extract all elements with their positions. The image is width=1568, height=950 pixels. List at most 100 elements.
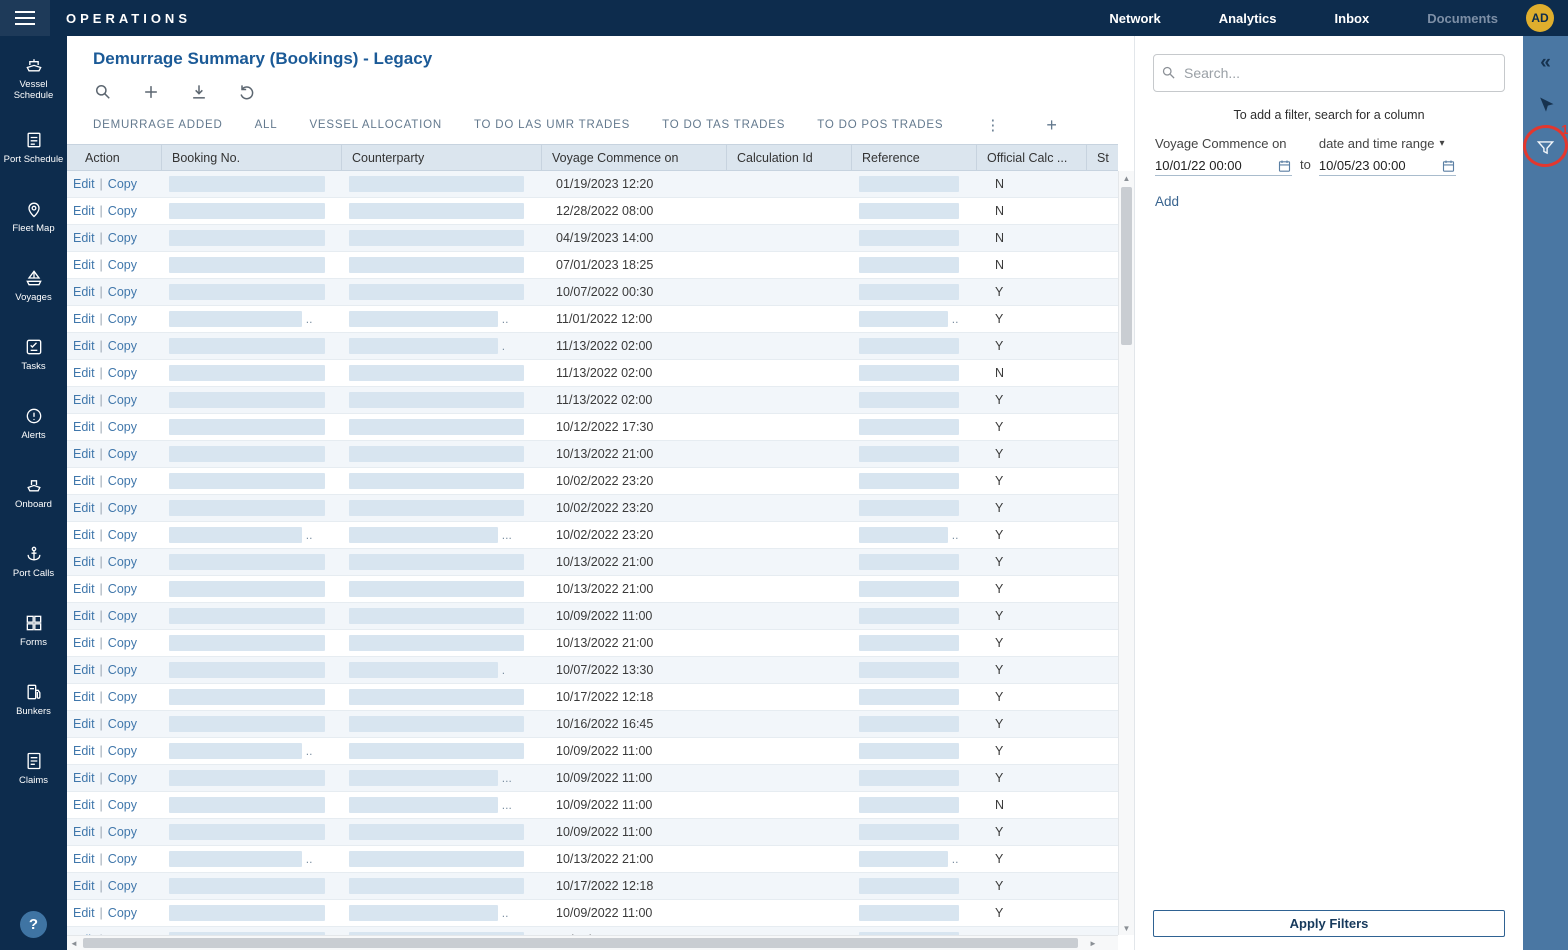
copy-link[interactable]: Copy (108, 393, 137, 407)
table-row[interactable]: Edit | Copy 10/13/2022 21:00 Y (67, 630, 1118, 657)
horizontal-scrollbar-thumb[interactable] (83, 938, 1078, 948)
table-row[interactable]: Edit | Copy 04/19/2023 14:00 N (67, 225, 1118, 252)
copy-link[interactable]: Copy (108, 690, 137, 704)
copy-link[interactable]: Copy (108, 474, 137, 488)
copy-link[interactable]: Copy (108, 312, 137, 326)
table-row[interactable]: Edit | Copy .. 10/09/2022 11:00 Y (67, 738, 1118, 765)
copy-link[interactable]: Copy (108, 204, 137, 218)
avatar[interactable]: AD (1526, 4, 1554, 32)
edit-link[interactable]: Edit (73, 366, 95, 380)
sidebar-item-voyages[interactable]: Voyages (0, 251, 67, 320)
table-row[interactable]: Edit | Copy 10/13/2022 21:00 Y (67, 549, 1118, 576)
copy-link[interactable]: Copy (108, 636, 137, 650)
sidebar-item-vessel-schedule[interactable]: Vessel Schedule (0, 44, 67, 113)
edit-link[interactable]: Edit (73, 744, 95, 758)
sidebar-item-onboard[interactable]: Onboard (0, 458, 67, 527)
edit-link[interactable]: Edit (73, 528, 95, 542)
collapse-panel-button[interactable]: « (1529, 46, 1563, 80)
sidebar-item-port-schedule[interactable]: Port Schedule (0, 113, 67, 182)
scroll-up-arrow[interactable]: ▲ (1119, 171, 1134, 185)
copy-link[interactable]: Copy (108, 420, 137, 434)
filter-search-input[interactable] (1153, 54, 1505, 92)
nav-item-documents[interactable]: Documents (1427, 11, 1498, 26)
tab-overflow-icon[interactable]: ⋮ (985, 116, 1000, 134)
table-row[interactable]: Edit | Copy 10/13/2022 21:00 Y (67, 576, 1118, 603)
copy-link[interactable]: Copy (108, 852, 137, 866)
column-header-calculation-id[interactable]: Calculation Id (727, 145, 852, 170)
edit-link[interactable]: Edit (73, 582, 95, 596)
table-row[interactable]: Edit | Copy 10/16/2022 16:45 Y (67, 711, 1118, 738)
tab-to-do-pos-trades[interactable]: TO DO POS TRADES (817, 119, 943, 131)
table-row[interactable]: Edit | Copy 10/09/2022 11:00 Y (67, 603, 1118, 630)
edit-link[interactable]: Edit (73, 636, 95, 650)
copy-link[interactable]: Copy (108, 771, 137, 785)
vertical-scrollbar-thumb[interactable] (1121, 187, 1132, 345)
table-row[interactable]: Edit | Copy 10/02/2022 23:20 Y (67, 468, 1118, 495)
copy-link[interactable]: Copy (108, 528, 137, 542)
scroll-right-arrow[interactable]: ► (1086, 936, 1100, 950)
table-row[interactable]: Edit | Copy . 11/13/2022 02:00 Y (67, 333, 1118, 360)
vertical-scrollbar[interactable]: ▲ ▼ (1118, 171, 1134, 935)
help-button[interactable]: ? (20, 911, 47, 938)
column-header-official-calc[interactable]: Official Calc ... (977, 145, 1087, 170)
table-row[interactable]: Edit | Copy 10/09/2022 11:00 Y (67, 819, 1118, 846)
copy-link[interactable]: Copy (108, 798, 137, 812)
add-icon[interactable] (141, 82, 161, 102)
apply-filters-button[interactable]: Apply Filters (1153, 910, 1505, 937)
edit-link[interactable]: Edit (73, 555, 95, 569)
scroll-left-arrow[interactable]: ◄ (67, 936, 81, 950)
add-tab-icon[interactable]: + (1046, 116, 1057, 134)
filter-operator-dropdown[interactable]: date and time range ▾ (1319, 136, 1456, 151)
edit-link[interactable]: Edit (73, 906, 95, 920)
table-row[interactable]: Edit | Copy .. 10/13/2022 21:00 .. Y (67, 846, 1118, 873)
table-row[interactable]: Edit | Copy 10/07/2022 00:30 Y (67, 279, 1118, 306)
edit-link[interactable]: Edit (73, 285, 95, 299)
column-header-counterparty[interactable]: Counterparty (342, 145, 542, 170)
download-icon[interactable] (189, 82, 209, 102)
edit-link[interactable]: Edit (73, 258, 95, 272)
edit-link[interactable]: Edit (73, 231, 95, 245)
filter-to-input[interactable] (1319, 158, 1437, 173)
copy-link[interactable]: Copy (108, 663, 137, 677)
table-row[interactable]: Edit | Copy 11/13/2022 02:00 Y (67, 387, 1118, 414)
edit-link[interactable]: Edit (73, 690, 95, 704)
edit-link[interactable]: Edit (73, 609, 95, 623)
column-header-voyage-commence-on[interactable]: Voyage Commence on (542, 145, 727, 170)
copy-link[interactable]: Copy (108, 906, 137, 920)
copy-link[interactable]: Copy (108, 555, 137, 569)
edit-link[interactable]: Edit (73, 879, 95, 893)
copy-link[interactable]: Copy (108, 285, 137, 299)
table-row[interactable]: Edit | Copy .. 10/09/2022 11:00 Y (67, 900, 1118, 927)
copy-link[interactable]: Copy (108, 231, 137, 245)
nav-item-inbox[interactable]: Inbox (1335, 11, 1370, 26)
refresh-icon[interactable] (237, 82, 257, 102)
table-row[interactable]: Edit | Copy .. ... 10/02/2022 23:20 .. Y (67, 522, 1118, 549)
table-row[interactable]: Edit | Copy 10/12/2022 17:30 Y (67, 414, 1118, 441)
edit-link[interactable]: Edit (73, 312, 95, 326)
edit-link[interactable]: Edit (73, 474, 95, 488)
edit-link[interactable]: Edit (73, 204, 95, 218)
table-row[interactable]: Edit | Copy 10/13/2022 21:00 Y (67, 441, 1118, 468)
menu-icon[interactable] (0, 0, 50, 36)
column-header-reference[interactable]: Reference (852, 145, 977, 170)
table-row[interactable]: Edit | Copy . 10/07/2022 13:30 Y (67, 657, 1118, 684)
table-row[interactable]: Edit | Copy 10/17/2022 12:18 Y (67, 873, 1118, 900)
edit-link[interactable]: Edit (73, 852, 95, 866)
calendar-icon[interactable] (1441, 158, 1456, 173)
add-filter-link[interactable]: Add (1155, 194, 1179, 209)
table-row[interactable]: Edit | Copy 10/17/2022 12:18 Y (67, 684, 1118, 711)
edit-link[interactable]: Edit (73, 339, 95, 353)
sidebar-item-claims[interactable]: Claims (0, 734, 67, 803)
edit-link[interactable]: Edit (73, 393, 95, 407)
edit-link[interactable]: Edit (73, 420, 95, 434)
edit-link[interactable]: Edit (73, 177, 95, 191)
sidebar-item-bunkers[interactable]: Bunkers (0, 665, 67, 734)
table-row[interactable]: Edit | Copy 07/01/2023 18:25 N (67, 252, 1118, 279)
calendar-icon[interactable] (1277, 158, 1292, 173)
tab-demurrage-added[interactable]: DEMURRAGE ADDED (93, 119, 223, 131)
search-icon[interactable] (93, 82, 113, 102)
scroll-down-arrow[interactable]: ▼ (1119, 921, 1134, 935)
table-row[interactable]: Edit | Copy ... 10/09/2022 11:00 N (67, 792, 1118, 819)
column-header-booking-no[interactable]: Booking No. (162, 145, 342, 170)
edit-link[interactable]: Edit (73, 798, 95, 812)
